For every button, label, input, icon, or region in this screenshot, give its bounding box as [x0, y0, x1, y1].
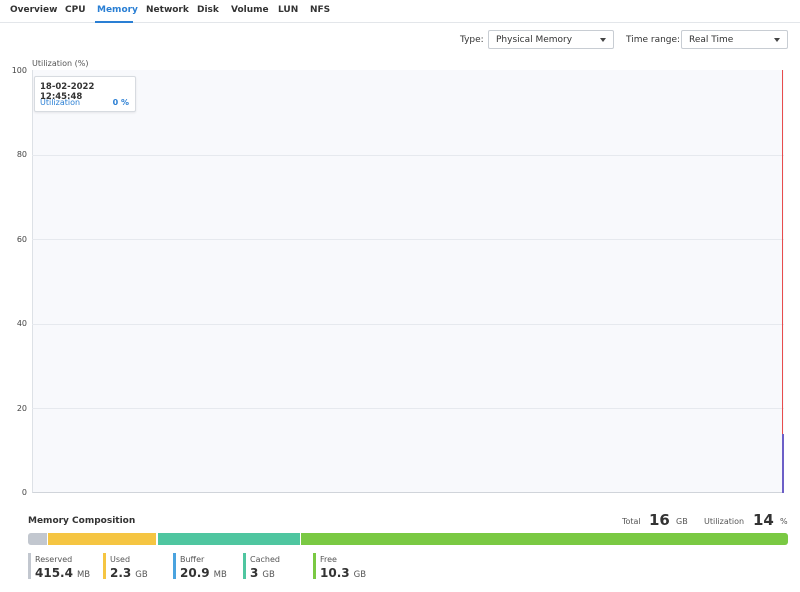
- tab-memory[interactable]: Memory: [97, 5, 138, 15]
- utilization-unit: %: [780, 517, 788, 526]
- legend-value-row: 415.4 MB: [35, 566, 90, 580]
- current-time-marker: [782, 70, 783, 493]
- total-value: 16: [649, 511, 670, 529]
- tooltip-label: Utilization: [40, 98, 81, 107]
- chevron-down-icon: [774, 38, 780, 42]
- segment-free: [299, 533, 788, 545]
- tab-lun[interactable]: LUN: [278, 5, 298, 15]
- gridline: [32, 324, 784, 325]
- legend-value: 20.9: [180, 566, 210, 580]
- legend-label: Reserved: [35, 555, 73, 564]
- legend-color-bar: [103, 553, 106, 579]
- legend-color-bar: [313, 553, 316, 579]
- tab-disk[interactable]: Disk: [197, 5, 219, 15]
- memory-composition-title: Memory Composition: [28, 516, 136, 526]
- tab-volume[interactable]: Volume: [231, 5, 269, 15]
- chevron-down-icon: [600, 38, 606, 42]
- y-tick-label: 60: [16, 235, 27, 244]
- tab-nfs[interactable]: NFS: [310, 5, 330, 15]
- memory-composition-bar: [28, 533, 788, 545]
- legend-value-row: 2.3 GB: [110, 566, 148, 580]
- legend-value: 415.4: [35, 566, 73, 580]
- time-range-select-value: Real Time: [689, 35, 734, 45]
- gridline: [32, 408, 784, 409]
- legend-color-bar: [28, 553, 31, 579]
- y-tick-label: 100: [11, 66, 27, 75]
- utilization-chart[interactable]: [32, 70, 784, 493]
- type-label: Type:: [460, 35, 484, 45]
- legend-label: Buffer: [180, 555, 205, 564]
- utilization-label: Utilization: [704, 517, 745, 526]
- legend-unit: MB: [213, 570, 227, 580]
- total-label: Total: [622, 517, 641, 526]
- gridline: [32, 239, 784, 240]
- total-unit: GB: [676, 517, 688, 526]
- utilization-series-line: [782, 434, 784, 493]
- legend-unit: GB: [353, 570, 367, 580]
- legend-label: Free: [320, 555, 337, 564]
- type-select[interactable]: Physical Memory: [488, 30, 614, 49]
- tooltip-value: 0 %: [112, 98, 129, 107]
- legend-color-bar: [243, 553, 246, 579]
- legend-value: 3: [250, 566, 259, 580]
- legend-label: Used: [110, 555, 131, 564]
- segment-reserved: [28, 533, 47, 545]
- chart-tooltip: 18-02-2022 12:45:48 Utilization 0 %: [34, 76, 136, 112]
- legend-unit: GB: [262, 570, 275, 580]
- legend-value: 10.3: [320, 566, 350, 580]
- legend-value-row: 20.9 MB: [180, 566, 227, 580]
- legend-label: Cached: [250, 555, 280, 564]
- legend-value: 2.3: [110, 566, 132, 580]
- time-range-label: Time range:: [626, 35, 681, 45]
- time-range-select[interactable]: Real Time: [681, 30, 788, 49]
- legend-value-row: 10.3 GB: [320, 566, 366, 580]
- legend-value-row: 3 GB: [250, 566, 275, 580]
- tab-network[interactable]: Network: [146, 5, 189, 15]
- y-tick-label: 0: [21, 488, 27, 497]
- y-axis-title: Utilization (%): [32, 59, 89, 68]
- segment-used: [47, 533, 157, 545]
- type-select-value: Physical Memory: [496, 35, 573, 45]
- legend-unit: MB: [76, 570, 91, 580]
- tab-overview[interactable]: Overview: [10, 5, 57, 15]
- utilization-value: 14: [753, 511, 774, 529]
- y-tick-label: 40: [16, 319, 27, 328]
- y-tick-label: 80: [16, 150, 27, 159]
- gridline: [32, 155, 784, 156]
- legend-unit: GB: [135, 570, 148, 580]
- active-tab-indicator: [95, 21, 133, 23]
- tab-cpu[interactable]: CPU: [65, 5, 86, 15]
- segment-cached: [157, 533, 300, 545]
- y-tick-label: 20: [16, 404, 27, 413]
- tab-bar: Overview CPU Memory Network Disk Volume …: [0, 0, 800, 23]
- legend-color-bar: [173, 553, 176, 579]
